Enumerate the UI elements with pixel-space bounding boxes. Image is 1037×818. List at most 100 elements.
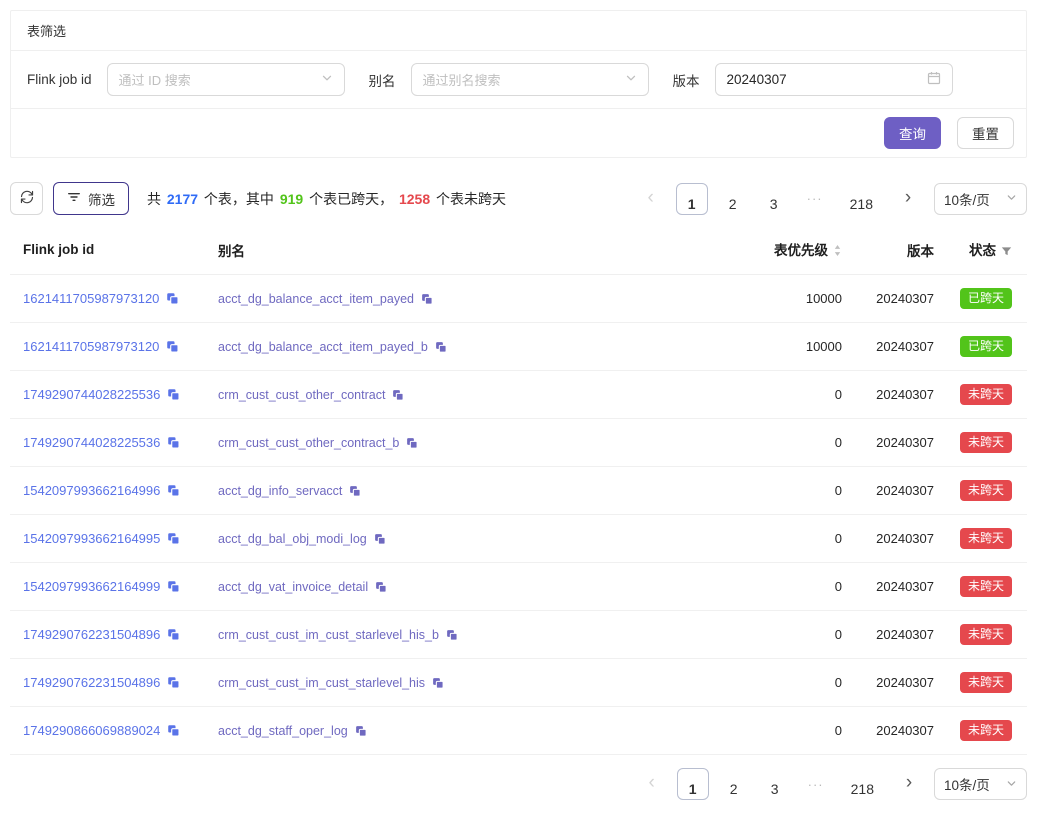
job-id-link[interactable]: 1542097993662164999 <box>23 579 160 594</box>
status-badge: 未跨天 <box>960 432 1012 453</box>
version-label: 版本 <box>673 70 700 90</box>
job-id-link[interactable]: 1749290762231504896 <box>23 627 160 642</box>
chevron-down-icon <box>321 72 333 87</box>
chevron-down-icon <box>1006 777 1017 792</box>
filter-item-flink-job-id: Flink job id 通过 ID 搜索 <box>27 63 345 96</box>
page-size-select[interactable]: 10条/页 <box>934 768 1027 800</box>
page-button-218[interactable]: 218 <box>841 768 884 800</box>
copy-icon[interactable] <box>167 532 180 545</box>
job-id-link[interactable]: 1542097993662164996 <box>23 483 160 498</box>
pagination-next-icon[interactable]: › <box>892 183 924 215</box>
page-button-3[interactable]: 3 <box>758 183 790 215</box>
refresh-button[interactable] <box>10 182 43 215</box>
copy-icon[interactable] <box>167 484 180 497</box>
copy-icon[interactable] <box>375 581 387 593</box>
table-row: 1749290762231504896 crm_cust_cust_im_cus… <box>10 611 1027 659</box>
copy-icon[interactable] <box>421 293 433 305</box>
alias-link[interactable]: acct_dg_vat_invoice_detail <box>218 580 368 594</box>
status-badge: 未跨天 <box>960 720 1012 741</box>
summary-part: 个表，其中 <box>200 191 278 207</box>
filter-row: Flink job id 通过 ID 搜索 别名 通过别名搜索 <box>11 51 1026 109</box>
status-badge: 未跨天 <box>960 576 1012 597</box>
pagination-next-icon[interactable]: › <box>893 768 925 800</box>
priority-cell: 10000 <box>690 275 850 323</box>
pagination-prev-icon[interactable]: ‹ <box>636 768 668 800</box>
column-header-priority[interactable]: 表优先级 <box>690 225 850 275</box>
alias-label: 别名 <box>369 70 396 90</box>
copy-icon[interactable] <box>432 677 444 689</box>
job-id-link[interactable]: 1749290744028225536 <box>23 387 160 402</box>
table-row: 1542097993662164995 acct_dg_bal_obj_modi… <box>10 515 1027 563</box>
funnel-icon[interactable] <box>1001 245 1012 260</box>
status-badge: 未跨天 <box>960 624 1012 645</box>
calendar-icon <box>927 71 941 88</box>
flink-job-id-select[interactable]: 通过 ID 搜索 <box>107 63 345 96</box>
copy-icon[interactable] <box>406 437 418 449</box>
alias-select[interactable]: 通过别名搜索 <box>411 63 649 96</box>
job-id-link[interactable]: 1749290866069889024 <box>23 723 160 738</box>
job-id-link[interactable]: 1621411705987973120 <box>23 339 159 354</box>
priority-cell: 0 <box>690 419 850 467</box>
page-button-2[interactable]: 2 <box>717 183 749 215</box>
copy-icon[interactable] <box>166 340 179 353</box>
page-button-2[interactable]: 2 <box>718 768 750 800</box>
page-size-label: 10条/页 <box>944 189 990 209</box>
version-cell: 20240307 <box>850 515 942 563</box>
pagination-prev-icon[interactable]: ‹ <box>635 183 667 215</box>
job-id-link[interactable]: 1749290762231504896 <box>23 675 160 690</box>
summary-text: 共 2177 个表，其中 919 个表已跨天， 1258 个表未跨天 <box>147 189 506 209</box>
alias-link[interactable]: acct_dg_balance_acct_item_payed <box>218 292 414 306</box>
alias-link[interactable]: crm_cust_cust_other_contract_b <box>218 436 399 450</box>
sort-icon[interactable] <box>833 245 842 260</box>
alias-link[interactable]: crm_cust_cust_im_cust_starlevel_his <box>218 676 425 690</box>
version-date-input[interactable]: 20240307 <box>715 63 953 96</box>
copy-icon[interactable] <box>392 389 404 401</box>
pagination-top: ‹ 123 ··· 218 › <box>635 183 924 215</box>
column-header-job-id: Flink job id <box>10 225 210 275</box>
job-id-link[interactable]: 1542097993662164995 <box>23 531 160 546</box>
alias-link[interactable]: acct_dg_staff_oper_log <box>218 724 348 738</box>
summary-part: 个表未跨天 <box>432 191 506 207</box>
status-badge: 未跨天 <box>960 384 1012 405</box>
copy-icon[interactable] <box>374 533 386 545</box>
copy-icon[interactable] <box>446 629 458 641</box>
page-button-218[interactable]: 218 <box>840 183 883 215</box>
alias-link[interactable]: acct_dg_info_servacct <box>218 484 342 498</box>
copy-icon[interactable] <box>167 436 180 449</box>
reset-button[interactable]: 重置 <box>957 117 1014 149</box>
refresh-icon <box>20 190 34 207</box>
copy-icon[interactable] <box>167 628 180 641</box>
copy-icon[interactable] <box>167 676 180 689</box>
alias-link[interactable]: crm_cust_cust_im_cust_starlevel_his_b <box>218 628 439 642</box>
copy-icon[interactable] <box>167 724 180 737</box>
alias-link[interactable]: acct_dg_balance_acct_item_payed_b <box>218 340 428 354</box>
alias-link[interactable]: acct_dg_bal_obj_modi_log <box>218 532 367 546</box>
copy-icon[interactable] <box>167 388 180 401</box>
query-button[interactable]: 查询 <box>884 117 941 149</box>
version-cell: 20240307 <box>850 275 942 323</box>
page-button-3[interactable]: 3 <box>759 768 791 800</box>
pagination-ellipsis[interactable]: ··· <box>800 768 832 800</box>
filter-button[interactable]: 筛选 <box>53 182 129 215</box>
page-button-1[interactable]: 1 <box>677 768 709 800</box>
alias-link[interactable]: crm_cust_cust_other_contract <box>218 388 385 402</box>
version-cell: 20240307 <box>850 611 942 659</box>
copy-icon[interactable] <box>166 292 179 305</box>
status-header-label: 状态 <box>969 243 996 258</box>
filter-actions: 查询 重置 <box>11 109 1026 157</box>
table-row: 1621411705987973120 acct_dg_balance_acct… <box>10 323 1027 371</box>
page-size-select[interactable]: 10条/页 <box>934 183 1027 215</box>
table-footer: ‹ 123 ··· 218 › 10条/页 <box>10 755 1027 818</box>
table-row: 1542097993662164999 acct_dg_vat_invoice_… <box>10 563 1027 611</box>
copy-icon[interactable] <box>349 485 361 497</box>
version-cell: 20240307 <box>850 323 942 371</box>
job-id-link[interactable]: 1621411705987973120 <box>23 291 159 306</box>
page-size-label: 10条/页 <box>944 774 990 794</box>
copy-icon[interactable] <box>435 341 447 353</box>
page-button-1[interactable]: 1 <box>676 183 708 215</box>
copy-icon[interactable] <box>355 725 367 737</box>
job-id-link[interactable]: 1749290744028225536 <box>23 435 160 450</box>
copy-icon[interactable] <box>167 580 180 593</box>
table-toolbar: 筛选 共 2177 个表，其中 919 个表已跨天， 1258 个表未跨天 ‹ 1… <box>10 182 1027 215</box>
pagination-ellipsis[interactable]: ··· <box>799 183 831 215</box>
